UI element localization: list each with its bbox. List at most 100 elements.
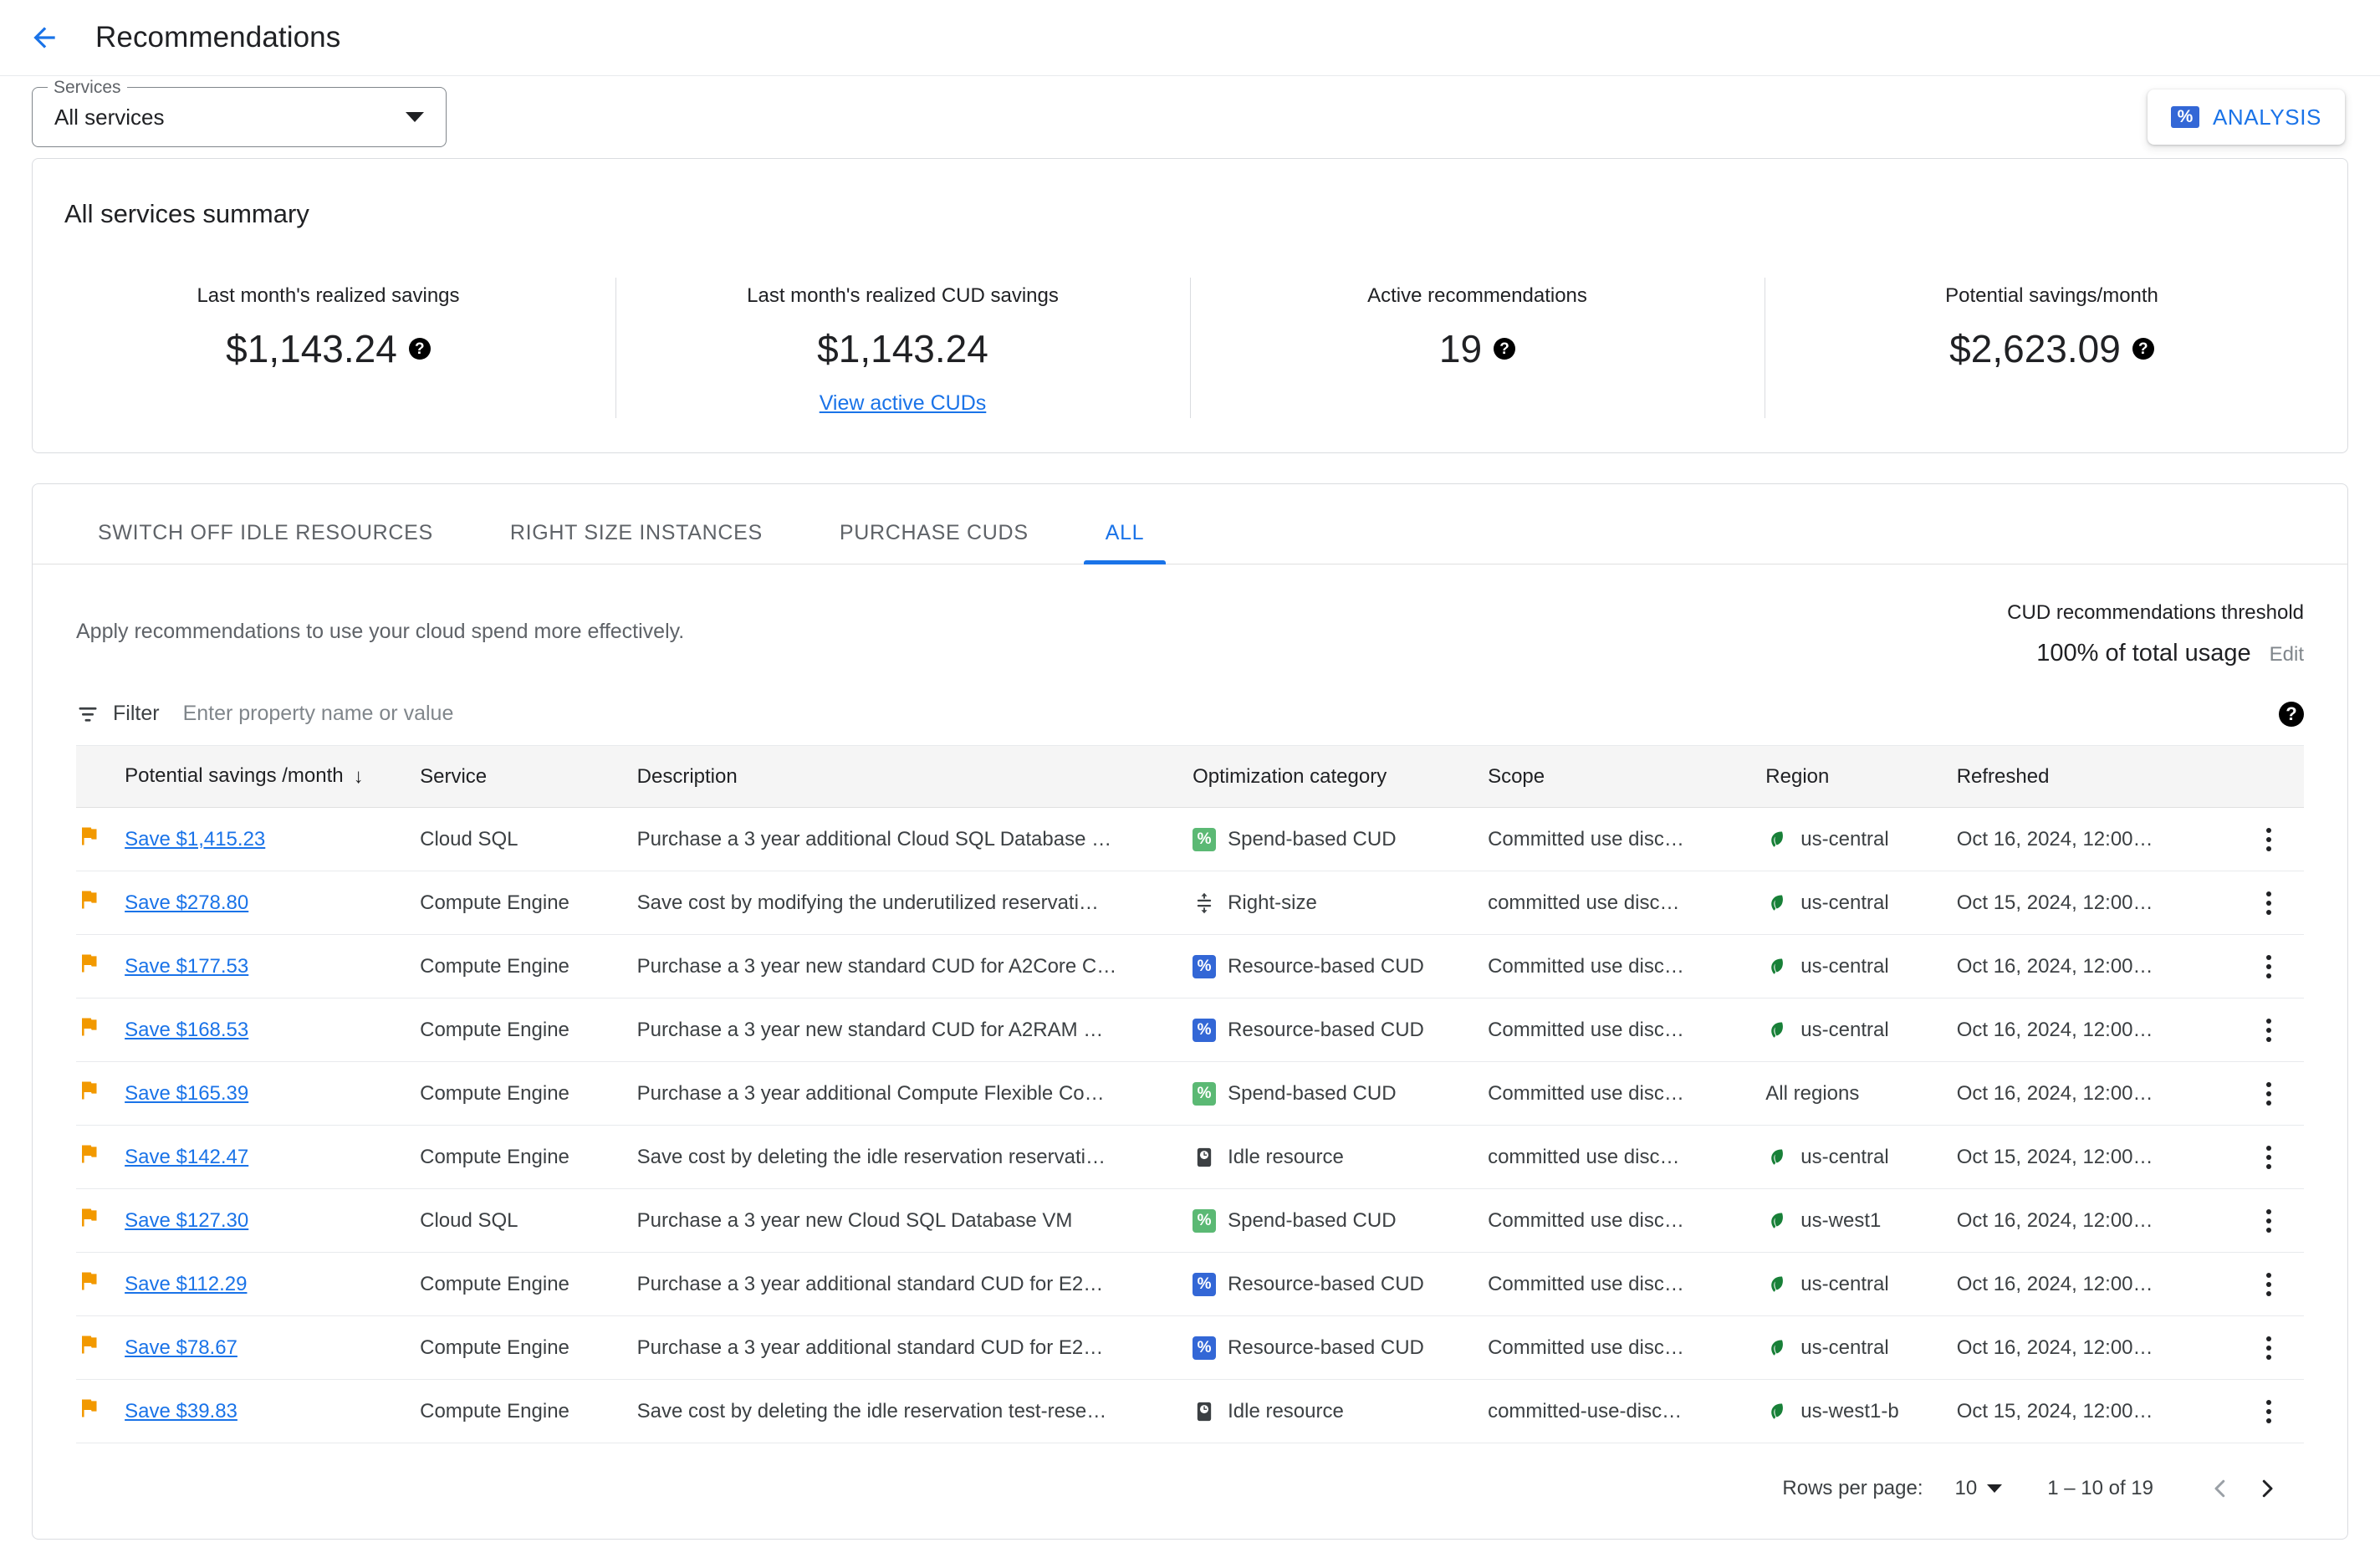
th-optimization-category[interactable]: Optimization category: [1193, 746, 1489, 808]
row-refreshed-cell: Oct 16, 2024, 12:00…: [1956, 807, 2234, 871]
table-row[interactable]: Save $127.30 Cloud SQL Purchase a 3 year n…: [76, 1188, 2304, 1253]
table-row[interactable]: Save $1,415.23 Cloud SQL Purchase a 3 year…: [76, 807, 2304, 871]
flag-icon: [76, 825, 125, 854]
cud-threshold: CUD recommendations threshold 100% of to…: [2007, 601, 2304, 667]
savings-link[interactable]: Save $168.53: [125, 1019, 248, 1041]
row-refreshed-cell: Oct 16, 2024, 12:00…: [1956, 1188, 2234, 1253]
savings-link[interactable]: Save $78.67: [125, 1336, 237, 1359]
row-more-options-button[interactable]: [2234, 1016, 2304, 1044]
row-savings-cell: Save $1,415.23: [125, 807, 421, 871]
row-service-cell: Cloud SQL: [420, 807, 637, 871]
savings-link[interactable]: Save $39.83: [125, 1400, 237, 1422]
previous-page-button[interactable]: [2197, 1465, 2244, 1512]
help-icon[interactable]: ?: [2132, 338, 2154, 360]
row-more-options-button[interactable]: [2234, 1334, 2304, 1362]
table-row[interactable]: Save $112.29 Compute Engine Purchase a 3 y…: [76, 1252, 2304, 1316]
tab-purchase-cuds[interactable]: PURCHASE CUDS: [818, 521, 1050, 564]
row-refreshed-cell: Oct 16, 2024, 12:00…: [1956, 1061, 2234, 1126]
flag-icon: [76, 1397, 125, 1426]
row-service-cell: Compute Engine: [420, 934, 637, 999]
metric-value-wrapper: 19 ?: [1207, 326, 1748, 371]
rows-per-page-select[interactable]: 10: [1955, 1477, 2003, 1500]
row-more-options-button[interactable]: [2234, 889, 2304, 917]
row-category-cell: % Spend-based CUD: [1193, 1188, 1489, 1253]
tab-all[interactable]: ALL: [1083, 521, 1167, 564]
flag-icon: [76, 1206, 125, 1235]
th-service[interactable]: Service: [420, 746, 637, 808]
savings-link[interactable]: Save $142.47: [125, 1146, 248, 1168]
savings-link[interactable]: Save $112.29: [125, 1273, 247, 1295]
row-menu-cell: [2234, 1379, 2304, 1443]
cud-threshold-edit-button[interactable]: Edit: [2270, 643, 2304, 667]
analysis-button[interactable]: % ANALYSIS: [2147, 89, 2345, 145]
th-refreshed[interactable]: Refreshed: [1956, 746, 2234, 808]
region-label: us-central: [1800, 1018, 1889, 1041]
savings-link[interactable]: Save $278.80: [125, 891, 248, 914]
row-description-cell: Purchase a 3 year additional Cloud SQL D…: [636, 807, 1193, 871]
filter-input[interactable]: [181, 701, 2279, 727]
help-icon[interactable]: ?: [2279, 701, 2304, 727]
right-size-icon: [1193, 891, 1216, 915]
savings-link[interactable]: Save $165.39: [125, 1082, 248, 1105]
filter-icon[interactable]: [76, 702, 100, 726]
percent-green-icon: %: [1193, 1208, 1217, 1233]
flag-icon: [76, 888, 125, 917]
th-description[interactable]: Description: [636, 746, 1193, 808]
row-more-options-button[interactable]: [2234, 1080, 2304, 1108]
back-button[interactable]: [23, 17, 65, 59]
savings-link[interactable]: Save $177.53: [125, 955, 248, 978]
row-region-cell: All regions: [1765, 1061, 1957, 1126]
leaf-icon: [1765, 828, 1789, 851]
row-more-options-button[interactable]: [2234, 1207, 2304, 1235]
services-select[interactable]: Services All services: [32, 78, 447, 147]
metric-label: Potential savings/month: [1945, 284, 2158, 307]
row-more-options-button[interactable]: [2234, 825, 2304, 854]
cud-threshold-value: 100% of total usage: [2036, 640, 2251, 667]
table-row[interactable]: Save $278.80 Compute Engine Save cost by m…: [76, 871, 2304, 935]
pagination-range: 1 – 10 of 19: [2047, 1477, 2153, 1499]
row-flag-cell: [76, 1379, 125, 1443]
row-more-options-button[interactable]: [2234, 953, 2304, 981]
table-row[interactable]: Save $168.53 Compute Engine Purchase a 3 y…: [76, 998, 2304, 1062]
row-more-options-button[interactable]: [2234, 1143, 2304, 1172]
filter-label: Filter: [113, 702, 160, 725]
help-icon[interactable]: ?: [408, 338, 431, 360]
tab-switch-off-idle-resources[interactable]: SWITCH OFF IDLE RESOURCES: [76, 521, 455, 564]
row-scope-cell: committed use disc…: [1488, 871, 1766, 935]
percent-green-icon: %: [1193, 1081, 1217, 1106]
row-savings-cell: Save $168.53: [125, 998, 421, 1062]
table-row[interactable]: Save $39.83 Compute Engine Save cost by de…: [76, 1379, 2304, 1443]
tab-right-size-instances[interactable]: RIGHT SIZE INSTANCES: [488, 521, 784, 564]
rows-per-page-value: 10: [1954, 1477, 1978, 1499]
th-scope[interactable]: Scope: [1488, 746, 1766, 808]
table-row[interactable]: Save $177.53 Compute Engine Purchase a 3 y…: [76, 934, 2304, 999]
row-more-options-button[interactable]: [2234, 1270, 2304, 1299]
row-more-options-button[interactable]: [2234, 1397, 2304, 1426]
th-potential-savings[interactable]: Potential savings /month ↓: [125, 746, 421, 808]
table-head: Potential savings /month ↓ Service Descri…: [76, 746, 2304, 808]
row-savings-cell: Save $177.53: [125, 934, 421, 999]
table-row[interactable]: Save $78.67 Compute Engine Purchase a 3 ye…: [76, 1315, 2304, 1380]
savings-link[interactable]: Save $1,415.23: [125, 828, 265, 850]
rows-per-page-label: Rows per page:: [1782, 1477, 1923, 1499]
table-row[interactable]: Save $165.39 Compute Engine Purchase a 3 y…: [76, 1061, 2304, 1126]
idle-resource-icon: [1193, 1400, 1216, 1423]
region-label: us-west1: [1800, 1208, 1882, 1232]
row-refreshed-cell: Oct 15, 2024, 12:00…: [1956, 1379, 2234, 1443]
row-flag-cell: [76, 871, 125, 935]
th-region[interactable]: Region: [1765, 746, 1957, 808]
row-description-cell: Purchase a 3 year additional Compute Fle…: [636, 1061, 1193, 1126]
row-savings-cell: Save $165.39: [125, 1061, 421, 1126]
help-icon[interactable]: ?: [1494, 338, 1516, 360]
next-page-button[interactable]: [2244, 1465, 2291, 1512]
table-body: Save $1,415.23 Cloud SQL Purchase a 3 year…: [76, 807, 2304, 1443]
th-potential-savings-label: Potential savings /month: [125, 764, 344, 787]
savings-link[interactable]: Save $127.30: [125, 1209, 248, 1232]
page-title: Recommendations: [95, 21, 341, 54]
view-active-cuds-link[interactable]: View active CUDs: [820, 391, 987, 416]
row-region-cell: us-west1: [1765, 1188, 1957, 1253]
arrow-back-icon: [28, 22, 60, 54]
table-row[interactable]: Save $142.47 Compute Engine Save cost by d…: [76, 1125, 2304, 1189]
leaf-icon: [1765, 1336, 1789, 1360]
row-refreshed-cell: Oct 15, 2024, 12:00…: [1956, 871, 2234, 935]
